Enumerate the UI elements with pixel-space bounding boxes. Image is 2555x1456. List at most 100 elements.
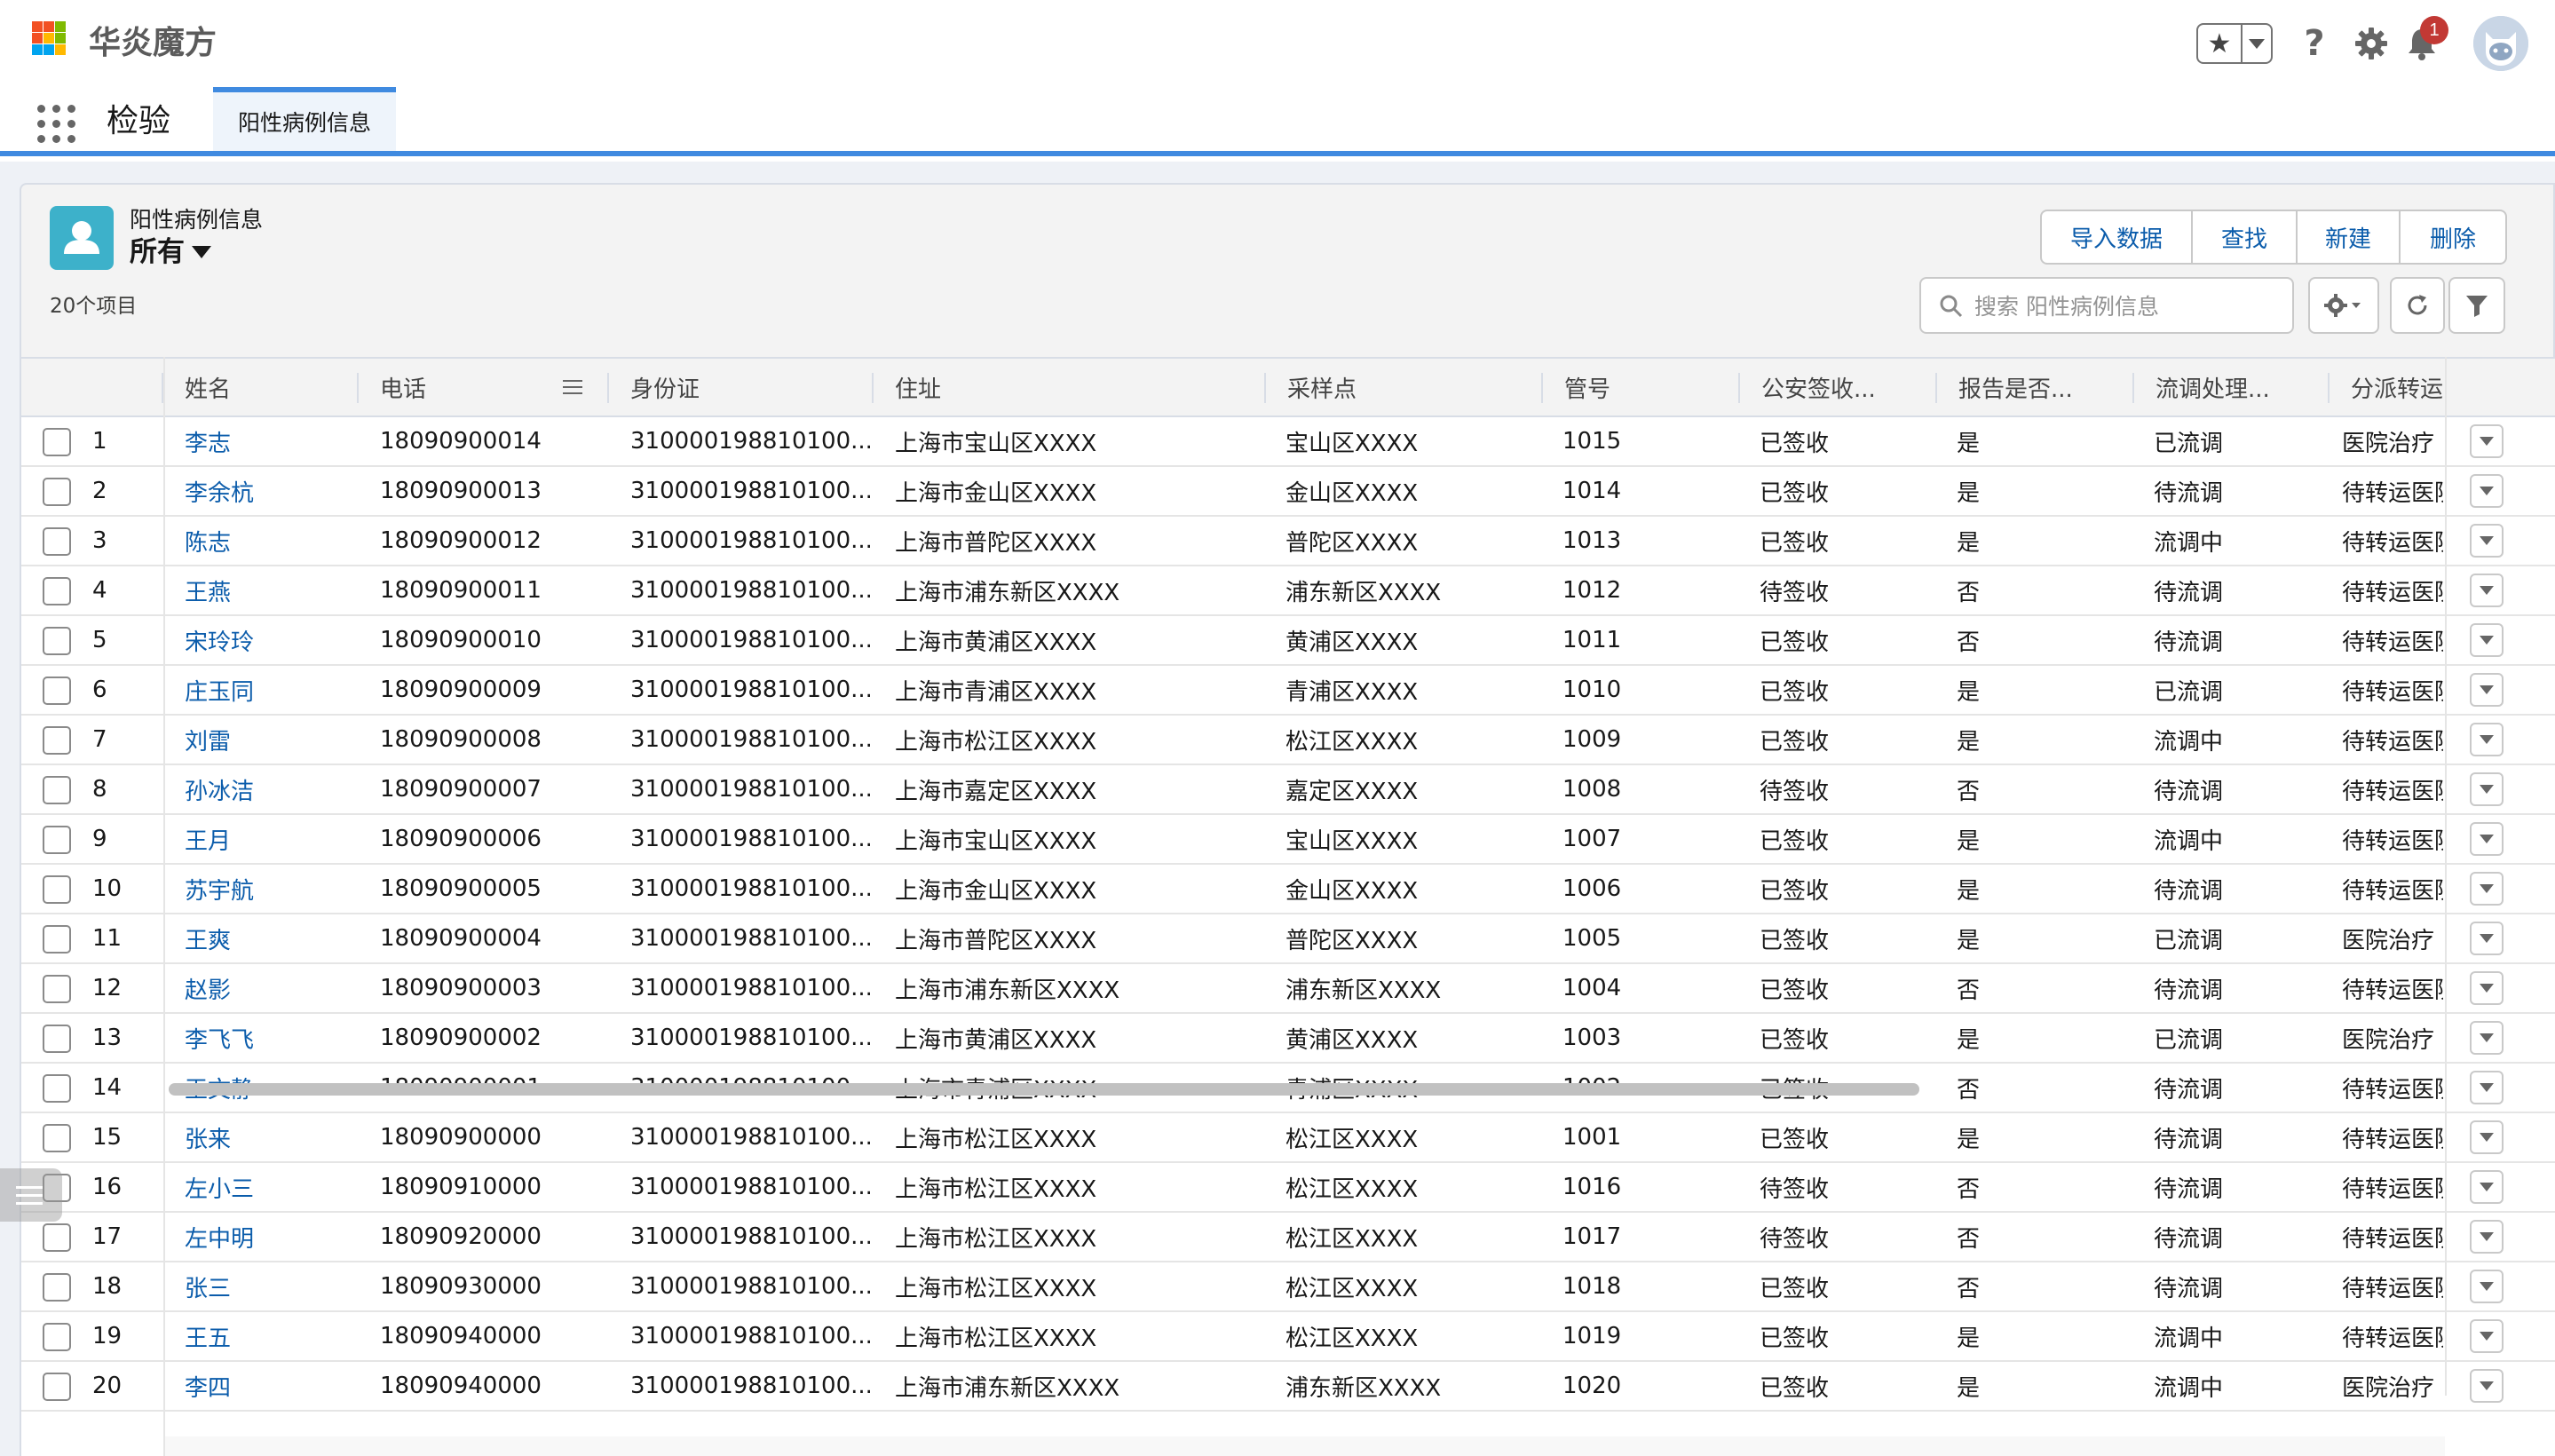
table-row[interactable]: 18 张三 18090930000 310000198810100... 上海市松江区X… [21,1262,2555,1312]
cell-name[interactable]: 李飞飞 [185,1014,353,1062]
row-actions-button[interactable] [2470,1220,2504,1254]
table-row[interactable]: 17 左中明 18090920000 310000198810100... 上海市松江区… [21,1213,2555,1262]
cell-name[interactable]: 王五 [185,1312,353,1360]
row-actions-button[interactable] [2470,1021,2504,1055]
table-row[interactable]: 20 李四 18090940000 310000198810100... 上海市浦东新区… [21,1362,2555,1412]
row-checkbox[interactable] [43,478,71,506]
row-actions-button[interactable] [2470,1170,2504,1204]
column-header-phone[interactable]: 电话 [359,359,536,415]
table-row[interactable]: 2 李余杭 18090900013 310000198810100... 上海市金山区X… [21,467,2555,517]
table-row[interactable]: 19 王五 18090940000 310000198810100... 上海市松江区X… [21,1312,2555,1362]
row-actions-button[interactable] [2470,772,2504,806]
table-row[interactable]: 10 苏宇航 18090900005 310000198810100... 上海市金山区… [21,865,2555,914]
cell-name[interactable]: 李余杭 [185,467,353,515]
row-actions-button[interactable] [2470,1120,2504,1154]
row-checkbox[interactable] [43,577,71,605]
cell-name[interactable]: 左小三 [185,1163,353,1211]
table-row[interactable]: 12 赵影 18090900003 310000198810100... 上海市浦东新区… [21,964,2555,1014]
table-row[interactable]: 7 刘雷 18090900008 310000198810100... 上海市松江区XX… [21,716,2555,765]
list-view-selector[interactable]: 所有 [130,234,211,270]
help-icon[interactable]: ? [2292,21,2337,66]
table-row[interactable]: 5 宋玲玲 18090900010 310000198810100... 上海市黄浦区X… [21,616,2555,666]
favorites-dropdown-button[interactable] [2243,25,2271,62]
column-header-id-card[interactable]: 身份证 [609,359,872,415]
cell-name[interactable]: 王爽 [185,914,353,962]
row-checkbox[interactable] [43,826,71,854]
table-row[interactable]: 15 张来 18090900000 310000198810100... 上海市松江区X… [21,1113,2555,1163]
cell-name[interactable]: 王燕 [185,566,353,614]
row-actions-button[interactable] [2470,673,2504,707]
table-row[interactable]: 16 左小三 18090910000 310000198810100... 上海市松江区… [21,1163,2555,1213]
row-checkbox[interactable] [43,627,71,655]
cell-name[interactable]: 陈志 [185,517,353,565]
cell-name[interactable]: 孙冰洁 [185,765,353,813]
tab-positive-cases[interactable]: 阳性病例信息 [213,87,396,151]
table-row[interactable]: 1 李志 18090900014 310000198810100... 上海市宝山区XX… [21,417,2555,467]
star-icon[interactable]: ★ [2198,25,2243,62]
row-checkbox[interactable] [43,1124,71,1152]
row-actions-button[interactable] [2470,922,2504,955]
list-settings-button[interactable] [2308,277,2379,334]
cell-name[interactable]: 张来 [185,1113,353,1161]
cell-name[interactable]: 刘雷 [185,716,353,764]
cell-name[interactable]: 赵影 [185,964,353,1012]
column-header-police-receipt[interactable]: 公安签收... [1740,359,1935,415]
row-actions-button[interactable] [2470,474,2504,508]
avatar[interactable] [2473,16,2528,71]
row-checkbox[interactable] [43,1074,71,1103]
horizontal-scrollbar[interactable] [165,1436,2445,1456]
column-header-sampling-site[interactable]: 采样点 [1266,359,1541,415]
table-row[interactable]: 3 陈志 18090900012 310000198810100... 上海市普陀区XX… [21,517,2555,566]
row-checkbox[interactable] [43,1025,71,1053]
cell-name[interactable]: 苏宇航 [185,865,353,913]
cell-name[interactable]: 李志 [185,417,353,465]
row-actions-button[interactable] [2470,1270,2504,1303]
app-launcher-icon[interactable] [37,105,76,144]
row-checkbox[interactable] [43,428,71,456]
side-drawer-handle[interactable] [0,1168,62,1222]
row-checkbox[interactable] [43,1323,71,1351]
row-checkbox[interactable] [43,726,71,755]
delete-button[interactable]: 删除 [2401,211,2505,263]
row-actions-button[interactable] [2470,524,2504,558]
cell-name[interactable]: 宋玲玲 [185,616,353,664]
row-actions-button[interactable] [2470,1071,2504,1104]
table-row[interactable]: 13 李飞飞 18090900002 310000198810100... 上海市黄浦区… [21,1014,2555,1064]
gear-icon[interactable] [2349,21,2393,66]
table-row[interactable]: 4 王燕 18090900011 310000198810100... 上海市浦东新区X… [21,566,2555,616]
cell-name[interactable]: 庄玉同 [185,666,353,714]
row-actions-button[interactable] [2470,822,2504,856]
column-header-name[interactable]: 姓名 [163,359,359,415]
row-checkbox[interactable] [43,1223,71,1252]
brand-logo[interactable] [32,21,76,66]
filter-button[interactable] [2448,277,2505,334]
search-input[interactable]: 搜索 阳性病例信息 [1919,277,2294,334]
new-button[interactable]: 新建 [2298,211,2401,263]
row-actions-button[interactable] [2470,574,2504,607]
column-header-transfer[interactable]: 分派转运院 [2330,359,2445,415]
refresh-button[interactable] [2390,277,2445,334]
table-row[interactable]: 6 庄玉同 18090900009 310000198810100... 上海市青浦区X… [21,666,2555,716]
row-checkbox[interactable] [43,776,71,804]
cell-name[interactable]: 李四 [185,1362,353,1410]
column-menu-icon[interactable] [563,380,582,396]
cell-name[interactable]: 左中明 [185,1213,353,1261]
table-row[interactable]: 9 王月 18090900006 310000198810100... 上海市宝山区XX… [21,815,2555,865]
column-header-tube-no[interactable]: 管号 [1543,359,1738,415]
table-row[interactable]: 11 王爽 18090900004 310000198810100... 上海市普陀区X… [21,914,2555,964]
table-row[interactable]: 8 孙冰洁 18090900007 310000198810100... 上海市嘉定区X… [21,765,2555,815]
row-checkbox[interactable] [43,975,71,1003]
row-actions-button[interactable] [2470,1369,2504,1403]
row-checkbox[interactable] [43,875,71,904]
row-checkbox[interactable] [43,1273,71,1302]
find-button[interactable]: 查找 [2193,211,2298,263]
row-checkbox[interactable] [43,1373,71,1401]
row-checkbox[interactable] [43,677,71,705]
horizontal-scrollbar-thumb[interactable] [169,1083,1919,1096]
row-actions-button[interactable] [2470,623,2504,657]
row-actions-button[interactable] [2470,424,2504,458]
column-header-flow-status[interactable]: 流调处理... [2134,359,2328,415]
row-checkbox[interactable] [43,925,71,954]
column-header-address[interactable]: 住址 [874,359,1264,415]
row-actions-button[interactable] [2470,872,2504,906]
